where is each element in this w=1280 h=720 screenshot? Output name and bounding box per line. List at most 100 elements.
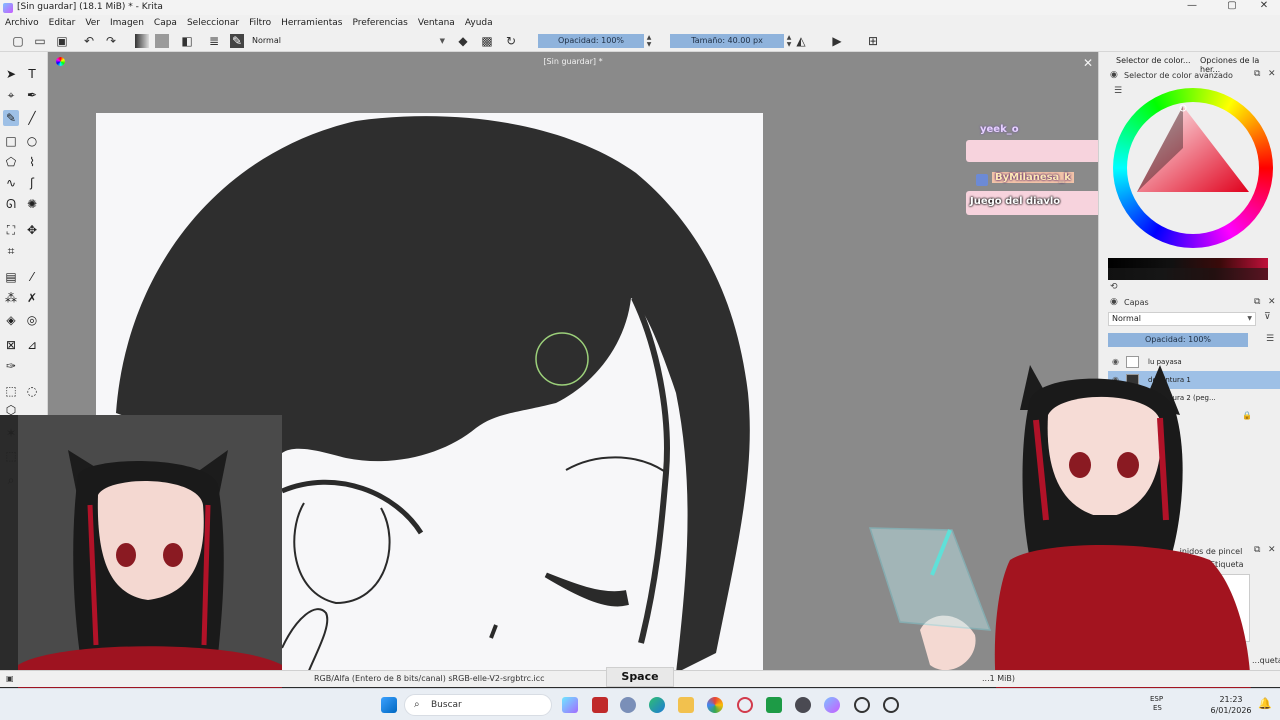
brush-preset-icon[interactable]: ✎ [230, 34, 244, 48]
similar-select-tool-icon[interactable]: ⬚ [3, 448, 19, 464]
menu-ver[interactable]: Ver [80, 18, 105, 28]
color-triangle[interactable] [1113, 88, 1273, 248]
dynamic-brush-tool-icon[interactable]: ᘏ [3, 196, 19, 212]
rectangle-tool-icon[interactable]: □ [3, 133, 19, 149]
ellipse-select-tool-icon[interactable]: ◌ [24, 383, 40, 399]
menu-herramientas[interactable]: Herramientas [276, 18, 347, 28]
tab-color-selector[interactable]: Selector de color... [1116, 56, 1191, 65]
panel-lock-icon[interactable]: ◉ [1110, 70, 1118, 80]
app-icon[interactable] [737, 697, 753, 713]
gradient-tool-icon[interactable]: ▤ [3, 269, 19, 285]
freehand-brush-tool-icon[interactable]: ✎ [3, 110, 19, 126]
maximize-button[interactable]: ▢ [1216, 0, 1248, 15]
freehand-path-tool-icon[interactable]: ʃ [24, 175, 40, 191]
app-icon[interactable] [883, 697, 899, 713]
obs-icon[interactable] [854, 697, 870, 713]
close-window-button[interactable]: ✕ [1248, 0, 1280, 15]
open-folder-icon[interactable]: ▭ [33, 34, 47, 48]
fg-bg-color-icon[interactable]: ◧ [180, 34, 194, 48]
measure-tool-icon[interactable]: ⊿ [24, 337, 40, 353]
text-tool-icon[interactable]: T [24, 66, 40, 82]
menu-seleccionar[interactable]: Seleccionar [182, 18, 244, 28]
edit-shapes-tool-icon[interactable]: ⌖ [3, 87, 19, 103]
taskbar-clock[interactable]: 21:23 6/01/2026 [1206, 694, 1256, 716]
app-icon[interactable] [620, 697, 636, 713]
menu-imagen[interactable]: Imagen [105, 18, 149, 28]
krita-taskbar-icon[interactable] [824, 697, 840, 713]
layer-opacity-slider[interactable]: Opacidad: 100% [1108, 333, 1248, 347]
language-indicator-secondary[interactable]: ES [1153, 704, 1162, 712]
opacity-spin[interactable]: ▲ ▼ [645, 34, 653, 48]
refresh-icon[interactable]: ⟲ [1110, 282, 1118, 292]
notification-bell-icon[interactable]: 🔔 [1258, 697, 1272, 710]
menu-capa[interactable]: Capa [149, 18, 182, 28]
close-panel-icon[interactable]: ✕ [1268, 69, 1276, 79]
fill-tool-icon[interactable]: ◈ [3, 312, 19, 328]
layers-close-icon[interactable]: ✕ [1268, 297, 1276, 307]
line-tool-icon[interactable]: ╱ [24, 110, 40, 126]
wrap-around-icon[interactable]: ⊞ [866, 34, 880, 48]
filter-icon[interactable]: ⊽ [1264, 312, 1271, 322]
select-shapes-tool-icon[interactable]: ➤ [3, 66, 19, 82]
menu-editar[interactable]: Editar [44, 18, 81, 28]
app-icon[interactable] [766, 697, 782, 713]
brush-settings-icon[interactable]: ≣ [207, 34, 221, 48]
menu-ventana[interactable]: Ventana [413, 18, 460, 28]
assistant-tool-icon[interactable]: ⊠ [3, 337, 19, 353]
blend-mode-select[interactable]: Normal ▼ [250, 34, 448, 48]
document-tab[interactable]: [Sin guardar] * [48, 57, 1098, 71]
gradient-icon[interactable] [135, 34, 149, 48]
reload-preset-icon[interactable]: ↻ [504, 34, 518, 48]
eraser-icon[interactable]: ◆ [456, 34, 470, 48]
move-tool-icon[interactable]: ✥ [24, 222, 40, 238]
opacity-slider[interactable]: Opacidad: 100% [538, 34, 644, 48]
ellipse-tool-icon[interactable]: ○ [24, 133, 40, 149]
float-panel-icon[interactable]: ⧉ [1254, 69, 1260, 79]
brushes-close-icon[interactable]: ✕ [1268, 545, 1276, 555]
windows-start-icon[interactable] [381, 697, 397, 713]
smart-patch-tool-icon[interactable]: ✗ [24, 290, 40, 306]
size-spin[interactable]: ▲ ▼ [785, 34, 793, 48]
file-explorer-icon[interactable] [678, 697, 694, 713]
menu-preferencias[interactable]: Preferencias [347, 18, 412, 28]
taskbar-search[interactable]: ⌕ Buscar [404, 694, 552, 716]
color-picker-tool-icon[interactable]: ⁄ [24, 269, 40, 285]
redo-icon[interactable]: ↷ [104, 34, 118, 48]
multibrush-tool-icon[interactable]: ✺ [24, 196, 40, 212]
edge-icon[interactable] [649, 697, 665, 713]
app-icon[interactable] [795, 697, 811, 713]
alpha-lock-icon[interactable]: ▩ [480, 34, 494, 48]
colorize-mask-tool-icon[interactable]: ⁂ [3, 290, 19, 306]
shade-selector-dark[interactable] [1108, 268, 1268, 280]
layers-menu-icon[interactable]: ☰ [1266, 334, 1274, 344]
mirror-horizontal-icon[interactable]: ◭ [794, 34, 808, 48]
copilot-icon[interactable] [562, 697, 578, 713]
mirror-vertical-icon[interactable]: ▶ [830, 34, 844, 48]
close-document-icon[interactable]: ✕ [1083, 56, 1093, 70]
app-icon[interactable] [592, 697, 608, 713]
menu-archivo[interactable]: Archivo [0, 18, 44, 28]
transform-tool-icon[interactable]: ⛶ [3, 222, 19, 238]
polygon-select-tool-icon[interactable]: ⬡ [3, 402, 19, 418]
magic-wand-tool-icon[interactable]: ✶ [3, 425, 19, 441]
layers-lock-icon[interactable]: ◉ [1110, 297, 1118, 307]
polyline-tool-icon[interactable]: ⌇ [24, 154, 40, 170]
menu-ayuda[interactable]: Ayuda [460, 18, 498, 28]
crop-tool-icon[interactable]: ⌗ [3, 243, 19, 259]
language-indicator[interactable]: ESP [1150, 695, 1163, 703]
size-slider[interactable]: Tamaño: 40.00 px [670, 34, 784, 48]
minimize-button[interactable]: — [1176, 0, 1208, 15]
bezier-tool-icon[interactable]: ∿ [3, 175, 19, 191]
pattern-icon[interactable] [155, 34, 169, 48]
menu-filtro[interactable]: Filtro [244, 18, 276, 28]
zoom-tool-icon[interactable]: ⌕ [3, 472, 19, 488]
chrome-icon[interactable] [707, 697, 723, 713]
new-document-icon[interactable]: ▢ [11, 34, 25, 48]
save-icon[interactable]: ▣ [55, 34, 69, 48]
rect-select-tool-icon[interactable]: ⬚ [3, 383, 19, 399]
polygon-tool-icon[interactable]: ⬠ [3, 154, 19, 170]
reference-tool-icon[interactable]: ✑ [3, 358, 19, 374]
calligraphy-tool-icon[interactable]: ✒ [24, 87, 40, 103]
layers-float-icon[interactable]: ⧉ [1254, 297, 1260, 307]
undo-icon[interactable]: ↶ [82, 34, 96, 48]
